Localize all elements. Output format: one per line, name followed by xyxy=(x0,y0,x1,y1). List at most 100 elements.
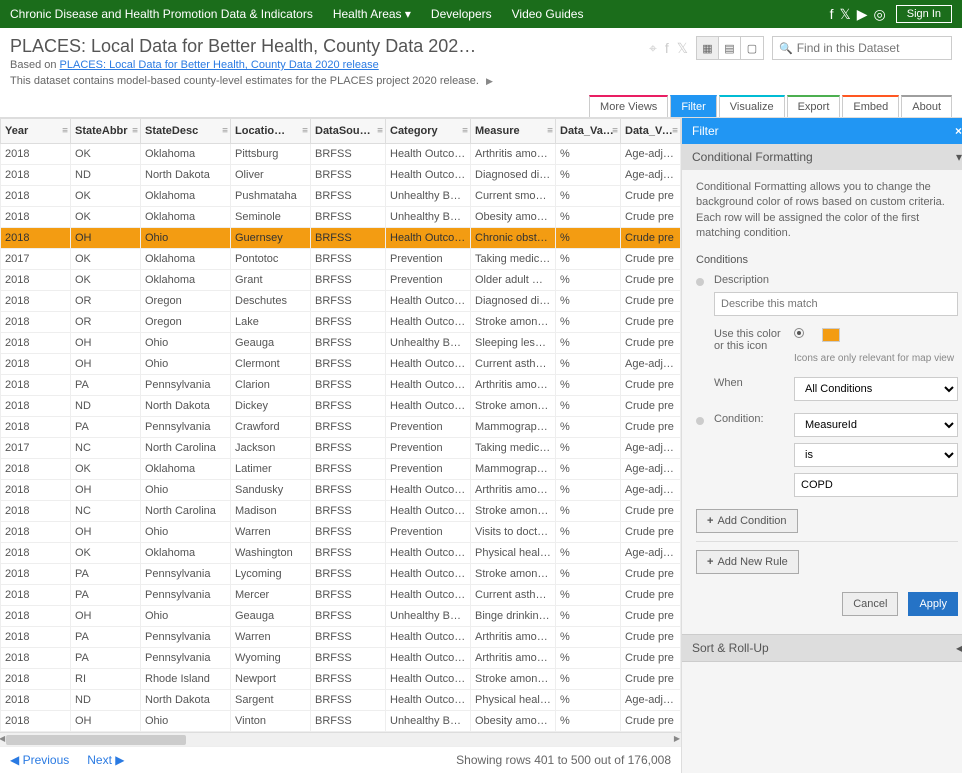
table-cell[interactable]: BRFSS xyxy=(311,501,386,522)
table-cell[interactable]: Crude pre xyxy=(621,270,681,291)
table-cell[interactable]: BRFSS xyxy=(311,207,386,228)
table-cell[interactable]: Physical heal… xyxy=(471,690,556,711)
table-cell[interactable]: ND xyxy=(71,690,141,711)
table-cell[interactable]: Oklahoma xyxy=(141,543,231,564)
tab-about[interactable]: About xyxy=(901,95,952,117)
table-cell[interactable]: BRFSS xyxy=(311,333,386,354)
table-cell[interactable]: Health Outco… xyxy=(386,669,471,690)
table-row[interactable]: 2018RIRhode IslandNewportBRFSSHealth Out… xyxy=(1,669,681,690)
condition-op-select[interactable]: is xyxy=(794,443,958,467)
table-cell[interactable]: Lycoming xyxy=(231,564,311,585)
table-row[interactable]: 2018OKOklahomaPittsburgBRFSSHealth Outco… xyxy=(1,144,681,165)
column-menu-icon[interactable]: ≡ xyxy=(132,126,138,137)
table-cell[interactable]: Crude pre xyxy=(621,375,681,396)
table-cell[interactable]: Clarion xyxy=(231,375,311,396)
table-cell[interactable]: Mercer xyxy=(231,585,311,606)
table-cell[interactable]: OK xyxy=(71,543,141,564)
table-cell[interactable]: Current asth… xyxy=(471,585,556,606)
table-cell[interactable]: Pennsylvania xyxy=(141,648,231,669)
view-grid-button[interactable]: ▦ xyxy=(697,37,719,59)
nav-health-areas[interactable]: Health Areas ▾ xyxy=(333,7,411,21)
table-cell[interactable]: % xyxy=(556,417,621,438)
table-cell[interactable]: OH xyxy=(71,606,141,627)
table-cell[interactable]: ND xyxy=(71,396,141,417)
table-row[interactable]: 2018NDNorth DakotaDickeyBRFSSHealth Outc… xyxy=(1,396,681,417)
table-cell[interactable]: Mammograp… xyxy=(471,459,556,480)
table-cell[interactable]: 2018 xyxy=(1,669,71,690)
table-cell[interactable]: Pennsylvania xyxy=(141,585,231,606)
table-cell[interactable]: Clermont xyxy=(231,354,311,375)
table-cell[interactable]: BRFSS xyxy=(311,417,386,438)
table-cell[interactable]: Pennsylvania xyxy=(141,627,231,648)
table-cell[interactable]: Crude pre xyxy=(621,417,681,438)
table-cell[interactable]: % xyxy=(556,543,621,564)
table-cell[interactable]: Health Outco… xyxy=(386,354,471,375)
next-link[interactable]: Next ▶ xyxy=(87,753,124,767)
table-cell[interactable]: Geauga xyxy=(231,333,311,354)
table-row[interactable]: 2018OROregonDeschutesBRFSSHealth Outco…D… xyxy=(1,291,681,312)
table-cell[interactable]: Health Outco… xyxy=(386,312,471,333)
column-header[interactable]: Measure≡ xyxy=(471,119,556,144)
table-cell[interactable]: Age-adjust xyxy=(621,354,681,375)
column-menu-icon[interactable]: ≡ xyxy=(62,126,68,137)
table-cell[interactable]: Health Outco… xyxy=(386,648,471,669)
add-condition-button[interactable]: + Add Condition xyxy=(696,509,798,533)
table-cell[interactable]: 2018 xyxy=(1,564,71,585)
table-cell[interactable]: OR xyxy=(71,291,141,312)
table-cell[interactable]: Prevention xyxy=(386,249,471,270)
table-cell[interactable]: Crude pre xyxy=(621,585,681,606)
table-cell[interactable]: Oklahoma xyxy=(141,270,231,291)
table-cell[interactable]: Taking medic… xyxy=(471,438,556,459)
table-cell[interactable]: Sandusky xyxy=(231,480,311,501)
table-cell[interactable]: Unhealthy Be… xyxy=(386,333,471,354)
table-cell[interactable]: Crude pre xyxy=(621,627,681,648)
table-cell[interactable]: Crude pre xyxy=(621,564,681,585)
table-cell[interactable]: 2018 xyxy=(1,333,71,354)
table-cell[interactable]: BRFSS xyxy=(311,648,386,669)
facebook-share-icon[interactable]: f xyxy=(665,40,669,57)
table-cell[interactable]: Sargent xyxy=(231,690,311,711)
table-cell[interactable]: % xyxy=(556,312,621,333)
column-menu-icon[interactable]: ≡ xyxy=(612,126,618,137)
table-cell[interactable]: % xyxy=(556,228,621,249)
color-swatch[interactable] xyxy=(822,328,840,342)
table-cell[interactable]: OK xyxy=(71,207,141,228)
table-row[interactable]: 2018OKOklahomaLatimerBRFSSPreventionMamm… xyxy=(1,459,681,480)
signin-button[interactable]: Sign In xyxy=(896,5,952,23)
table-cell[interactable]: Oklahoma xyxy=(141,144,231,165)
table-cell[interactable]: BRFSS xyxy=(311,669,386,690)
horizontal-scrollbar[interactable] xyxy=(0,732,681,746)
table-row[interactable]: 2017NCNorth CarolinaJacksonBRFSSPreventi… xyxy=(1,438,681,459)
table-cell[interactable]: Latimer xyxy=(231,459,311,480)
table-cell[interactable]: 2018 xyxy=(1,144,71,165)
table-cell[interactable]: Geauga xyxy=(231,606,311,627)
table-cell[interactable]: Arthritis amo… xyxy=(471,648,556,669)
column-menu-icon[interactable]: ≡ xyxy=(547,126,553,137)
table-cell[interactable]: Crude pre xyxy=(621,501,681,522)
table-cell[interactable]: Health Outco… xyxy=(386,480,471,501)
column-header[interactable]: Data_Va…≡ xyxy=(621,119,681,144)
table-cell[interactable]: PA xyxy=(71,585,141,606)
table-cell[interactable]: BRFSS xyxy=(311,543,386,564)
table-cell[interactable]: Crude pre xyxy=(621,291,681,312)
table-cell[interactable]: Older adult … xyxy=(471,270,556,291)
table-cell[interactable]: Deschutes xyxy=(231,291,311,312)
table-cell[interactable]: Crude pre xyxy=(621,648,681,669)
table-row[interactable]: 2018OHOhioGeaugaBRFSSUnhealthy Be…Sleepi… xyxy=(1,333,681,354)
table-cell[interactable]: 2018 xyxy=(1,270,71,291)
dataset-search[interactable] xyxy=(772,36,952,60)
table-cell[interactable]: Age-adjust xyxy=(621,690,681,711)
twitter-share-icon[interactable]: 𝕏 xyxy=(677,40,688,57)
table-cell[interactable]: BRFSS xyxy=(311,585,386,606)
table-cell[interactable]: Crude pre xyxy=(621,522,681,543)
table-cell[interactable]: Wyoming xyxy=(231,648,311,669)
table-cell[interactable]: 2018 xyxy=(1,417,71,438)
table-cell[interactable]: Madison xyxy=(231,501,311,522)
table-cell[interactable]: Obesity amo… xyxy=(471,207,556,228)
search-input[interactable] xyxy=(797,41,945,55)
table-row[interactable]: 2018OHOhioWarrenBRFSSPreventionVisits to… xyxy=(1,522,681,543)
table-cell[interactable]: 2018 xyxy=(1,459,71,480)
tab-visualize[interactable]: Visualize xyxy=(719,95,785,117)
condition-value-input[interactable] xyxy=(794,473,958,497)
table-cell[interactable]: Current smo… xyxy=(471,186,556,207)
